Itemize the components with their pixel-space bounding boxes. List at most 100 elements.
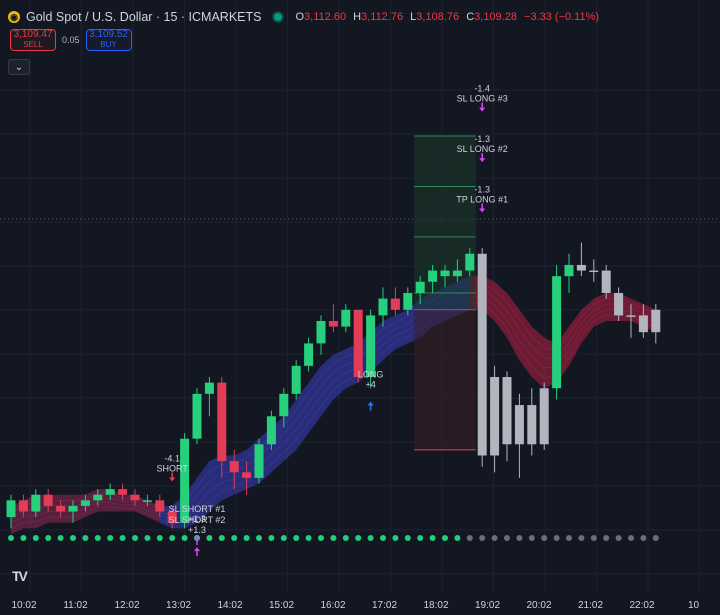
candle-body [56,505,66,512]
signal-dot [20,535,27,541]
signal-dot [578,535,585,541]
candle-body [576,264,586,271]
candle-body [266,416,276,445]
signal-dot [181,535,188,541]
candle [514,393,524,478]
change-value: −3.33 (−0.11%) [524,11,600,23]
candle-body [626,315,636,317]
annotation-value: -1.3 [474,185,490,195]
annotation-label: SL LONG #3 [457,94,508,104]
signal-dot [429,535,436,541]
candle [477,248,487,467]
candle-body [328,320,338,327]
tradingview-logo: TV [12,568,28,584]
candle [651,304,661,344]
open-value: 3,112.60 [304,11,347,23]
signal-dot [169,535,176,541]
signal-dot [8,535,14,541]
x-axis-label: 10 [688,600,700,611]
candle-body [130,494,140,501]
x-axis-label: 13:02 [166,600,191,611]
signal-dot [330,535,337,541]
annotation-value: LONG [358,369,384,379]
stop-loss-zone [414,309,476,450]
candle-body [527,405,537,445]
sell-price: 3,109.47 [13,29,53,40]
candle-body [366,315,376,378]
signal-dot [367,535,374,541]
symbol-title[interactable]: Gold Spot / U.S. Dollar · 15 · ICMARKETS [26,10,262,24]
candle-body [552,276,562,389]
candle-body [341,309,351,327]
signal-dot [132,535,138,541]
arrow-down-icon [479,158,486,163]
signal-dot [628,535,634,541]
candle-body [490,377,500,456]
signal-dot [293,535,300,541]
symbol-header: ◉ Gold Spot / U.S. Dollar · 15 · ICMARKE… [8,8,603,26]
candle-body [31,494,41,512]
candle-body [564,264,574,277]
candle-body [242,472,252,478]
arrow-down-icon [169,477,176,482]
candle-body [105,489,115,495]
candle-body [601,270,611,293]
candle-body [452,270,462,277]
signal-dot [454,535,461,541]
signal-dot [603,535,610,541]
price-chart[interactable]: -4.1SHORTSL SHORT #1+1.3SL SHORT #2+1.3L… [0,0,720,615]
annotation-label: +4 [365,379,375,389]
candle-body [477,253,487,456]
signal-dot [479,535,486,541]
market-status-dot [273,13,282,21]
spread-value: 0.05 [62,35,80,45]
signal-dot [256,535,262,541]
x-axis-label: 11:02 [63,600,88,611]
x-axis-label: 18:02 [423,600,448,611]
x-axis-label: 14:02 [217,600,242,611]
signal-dot [94,535,101,541]
annotation-label: SL LONG #2 [457,144,508,154]
candle [304,337,314,372]
candle-body [440,270,450,277]
x-axis-label: 12:02 [114,600,139,611]
sell-button[interactable]: 3,109.47 SELL [10,29,56,51]
candle-body [614,292,624,316]
x-axis-label: 17:02 [372,600,397,611]
signal-dot [541,535,548,541]
candle-body [43,494,53,506]
candle-body [118,489,128,495]
signal-dot [380,535,386,541]
arrow-down-icon [479,107,486,112]
candle [254,438,264,484]
annotation-label: TP LONG #1 [456,195,508,205]
buy-button[interactable]: 3,109.52 BUY [85,29,132,51]
signal-dot [45,535,52,541]
signal-dot [32,535,39,541]
candle-body [403,292,413,310]
signal-dot [156,535,163,541]
signal-dot [442,535,448,541]
signal-dot [206,535,213,541]
signal-annotation: LONG+4 [358,369,384,411]
signal-dot [82,535,89,541]
trade-buttons: 3,109.47 SELL 0.05 3,109.52 BUY [10,29,132,51]
signal-dot [417,535,424,541]
collapse-legend-button[interactable]: ⌄ [8,59,30,75]
candle [576,242,586,277]
candle [390,287,400,316]
candle-body [204,382,214,394]
x-axis-label: 20:02 [526,600,551,611]
signal-dot [466,535,473,541]
signal-dot [119,535,126,541]
signal-dot [280,535,287,541]
candle [552,264,562,400]
candle-body [229,461,239,473]
signal-dot [528,535,535,541]
ohlc-readout: O3,112.60 H3,112.76 L3,108.76 C3,109.28 … [295,11,600,23]
signal-dot [243,535,250,541]
candle-body [428,270,438,282]
signal-dot [516,535,523,541]
signal-dot [57,535,64,541]
candle [490,365,500,473]
